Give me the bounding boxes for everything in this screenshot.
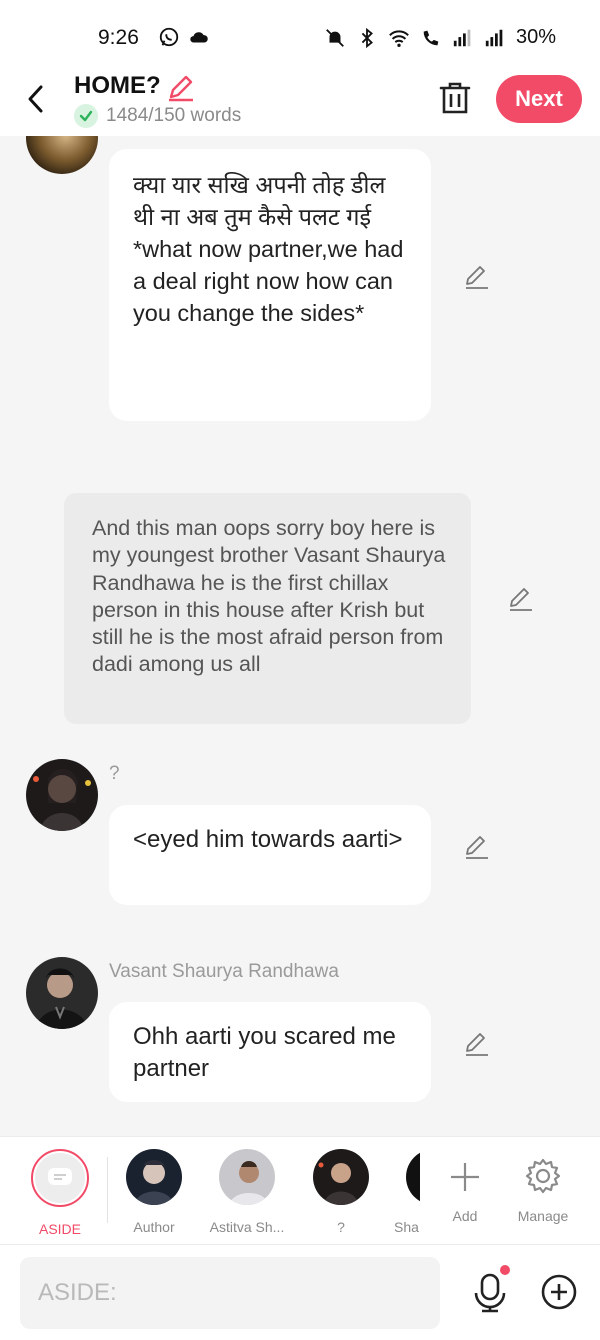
edit-message-icon[interactable]: [463, 1029, 491, 1057]
manage-label: Manage: [517, 1208, 569, 1224]
avatar[interactable]: [26, 957, 98, 1029]
edit-message-icon[interactable]: [463, 262, 491, 290]
microphone-icon[interactable]: [470, 1271, 510, 1315]
character-label: ASIDE: [38, 1221, 81, 1237]
divider: [107, 1157, 108, 1223]
wifi-icon: [389, 29, 409, 47]
avatar: [126, 1149, 182, 1205]
add-character-button[interactable]: Add: [420, 1149, 510, 1224]
avatar: [219, 1149, 275, 1205]
signal-icon-1: [453, 29, 471, 46]
edit-title-icon[interactable]: [166, 72, 196, 102]
message-bubble[interactable]: क्या यार सखि अपनी तोह डील थी ना अब तुम क…: [109, 149, 431, 421]
avatar[interactable]: [26, 136, 98, 174]
recording-dot: [500, 1265, 510, 1275]
add-circle-icon[interactable]: [540, 1273, 578, 1311]
avatar: [313, 1149, 369, 1205]
status-left-icons: [158, 26, 210, 48]
chat-bubble-icon: [48, 1168, 72, 1185]
narration-bubble[interactable]: And this man oops sorry boy here is my y…: [64, 493, 471, 724]
word-count: 1484/150 words: [74, 104, 241, 128]
input-bar: [0, 1244, 600, 1340]
character-unknown[interactable]: ?: [296, 1149, 386, 1235]
story-title: HOME?: [74, 72, 161, 99]
message-text: Ohh aarti you scared me partner: [133, 1023, 396, 1082]
add-label: Add: [452, 1208, 478, 1224]
manage-characters-button[interactable]: Manage: [498, 1149, 588, 1224]
character-astitva[interactable]: Astitva Sh...: [202, 1149, 292, 1235]
message-text: <eyed him towards aarti>: [133, 826, 403, 853]
character-aside[interactable]: ASIDE: [15, 1149, 105, 1237]
chat-area[interactable]: क्या यार सखि अपनी तोह डील थी ना अब तुम क…: [0, 136, 600, 1136]
edit-narration-icon[interactable]: [507, 584, 535, 612]
word-count-text: 1484/150 words: [106, 105, 242, 126]
status-bar: 9:26 30%: [0, 0, 600, 74]
message-bubble[interactable]: <eyed him towards aarti>: [109, 805, 431, 905]
aside-avatar: [31, 1149, 89, 1207]
bluetooth-icon: [361, 27, 373, 48]
whatsapp-icon: [159, 27, 179, 47]
character-sha[interactable]: Sha: [390, 1149, 420, 1235]
character-selector: ASIDE Author Astitva Sh... ? Sha Add Man: [0, 1136, 600, 1244]
wifi-call-icon: [423, 30, 439, 45]
top-bar: HOME? 1484/150 words Next: [0, 66, 600, 136]
character-label: Sha: [394, 1219, 419, 1235]
character-label: Astitva Sh...: [209, 1219, 285, 1235]
back-arrow-icon[interactable]: [22, 82, 52, 116]
plus-icon: [451, 1163, 479, 1191]
character-label: Author: [133, 1219, 175, 1235]
battery-percent: 30%: [515, 26, 556, 48]
next-button[interactable]: Next: [496, 75, 582, 123]
status-right-icons: 30%: [324, 26, 556, 49]
character-author[interactable]: Author: [109, 1149, 199, 1235]
cloud-icon: [190, 32, 208, 43]
message-input[interactable]: [20, 1257, 440, 1329]
message-text: क्या यार सखि अपनी तोह डील थी ना अब तुम क…: [133, 172, 404, 326]
check-icon: [74, 104, 98, 128]
edit-message-icon[interactable]: [463, 832, 491, 860]
message-bubble[interactable]: Ohh aarti you scared me partner: [109, 1002, 431, 1102]
avatar[interactable]: [26, 759, 98, 831]
status-time: 9:26: [98, 26, 139, 49]
sender-name: Vasant Shaurya Randhawa: [109, 961, 339, 982]
narration-text: And this man oops sorry boy here is my y…: [92, 516, 446, 677]
character-label: ?: [337, 1219, 345, 1235]
sender-name: ?: [109, 763, 120, 784]
mute-bell-icon: [326, 28, 344, 47]
avatar: [406, 1149, 420, 1205]
gear-icon: [525, 1158, 561, 1194]
signal-icon-2: [485, 29, 503, 46]
delete-icon[interactable]: [438, 80, 472, 116]
